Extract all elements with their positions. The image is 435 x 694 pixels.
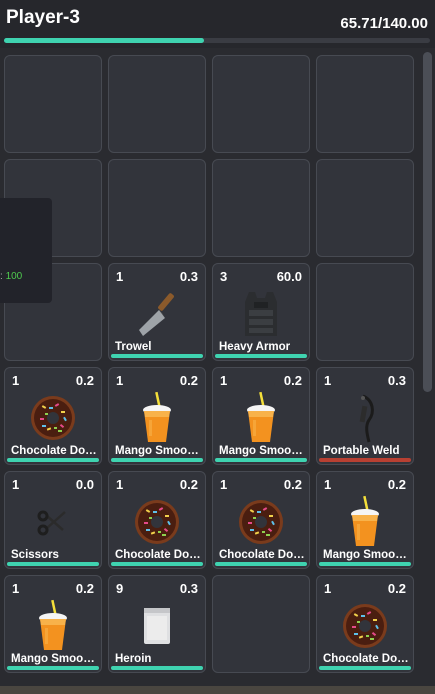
smoothie-icon bbox=[25, 598, 81, 654]
item-weight: 60.0 bbox=[276, 269, 302, 284]
durability-bar bbox=[319, 458, 411, 462]
durability-bar bbox=[111, 562, 203, 566]
item-weight: 0.2 bbox=[387, 581, 406, 596]
item-weight: 0.3 bbox=[387, 373, 406, 388]
inventory-grid: 1 0.3 Trowel 3 60.0 Heavy Armor 1 0.2 Chocola… bbox=[4, 55, 414, 673]
item-quantity: 1 bbox=[12, 581, 20, 596]
durability-bar bbox=[215, 458, 307, 462]
item-quantity: 1 bbox=[12, 477, 20, 492]
item-label: Chocolate Donut bbox=[323, 653, 409, 665]
inventory-slot[interactable]: 1 0.2 Chocolate Donut bbox=[108, 471, 206, 569]
trowel-icon bbox=[129, 286, 185, 342]
durability-bar bbox=[7, 562, 99, 566]
inventory-slot-empty[interactable] bbox=[316, 55, 414, 153]
durability-bar bbox=[111, 458, 203, 462]
item-label: Mango Smoothie bbox=[323, 549, 409, 561]
scissors-icon bbox=[25, 494, 81, 550]
inventory-slot-empty[interactable] bbox=[316, 159, 414, 257]
item-label: Heavy Armor bbox=[219, 341, 291, 353]
item-quantity: 1 bbox=[116, 373, 124, 388]
item-quantity: 1 bbox=[220, 373, 228, 388]
inventory-slot[interactable]: 1 0.2 Mango Smoothie bbox=[316, 471, 414, 569]
inventory-scrollbar[interactable] bbox=[423, 52, 432, 392]
donut-icon bbox=[129, 494, 185, 550]
item-quantity: 1 bbox=[324, 477, 332, 492]
item-label: Mango Smoothie bbox=[219, 445, 305, 457]
tooltip-value: : 100 bbox=[0, 271, 22, 282]
inventory-slot[interactable]: 3 60.0 Heavy Armor bbox=[212, 263, 310, 361]
weld-icon bbox=[337, 390, 393, 446]
background-strip bbox=[0, 686, 435, 694]
weight-bar bbox=[4, 38, 430, 43]
item-label: Trowel bbox=[115, 341, 152, 353]
item-weight: 0.2 bbox=[387, 477, 406, 492]
smoothie-icon bbox=[233, 390, 289, 446]
inventory-slot[interactable]: 9 0.3 Heroin bbox=[108, 575, 206, 673]
inventory-slot[interactable]: 1 0.2 Chocolate Donut bbox=[212, 471, 310, 569]
inventory-slot[interactable]: 1 0.3 Trowel bbox=[108, 263, 206, 361]
armor-icon bbox=[233, 286, 289, 342]
tooltip-number: 100 bbox=[5, 271, 23, 282]
item-weight: 0.2 bbox=[283, 477, 302, 492]
durability-bar bbox=[111, 666, 203, 670]
inventory-slot[interactable]: 1 0.2 Chocolate Donut bbox=[4, 367, 102, 465]
inventory-slot-empty[interactable] bbox=[108, 55, 206, 153]
item-weight: 0.3 bbox=[179, 581, 198, 596]
item-weight: 0.2 bbox=[283, 373, 302, 388]
inventory-slot[interactable]: 1 0.2 Mango Smoothie bbox=[4, 575, 102, 673]
item-label: Chocolate Donut bbox=[219, 549, 305, 561]
inventory-slot-empty[interactable] bbox=[108, 159, 206, 257]
donut-icon bbox=[337, 598, 393, 654]
smoothie-icon bbox=[129, 390, 185, 446]
durability-bar bbox=[319, 666, 411, 670]
item-label: Chocolate Donut bbox=[11, 445, 97, 457]
heroin-bag-icon bbox=[129, 598, 185, 654]
inventory-slot-empty[interactable] bbox=[212, 575, 310, 673]
item-label: Portable Weld bbox=[323, 445, 400, 457]
inventory-slot[interactable]: 1 0.2 Mango Smoothie bbox=[212, 367, 310, 465]
item-quantity: 1 bbox=[220, 477, 228, 492]
inventory-slot[interactable]: 1 0.3 Portable Weld bbox=[316, 367, 414, 465]
item-weight: 0.2 bbox=[75, 581, 94, 596]
durability-bar bbox=[7, 458, 99, 462]
inventory-slot[interactable]: 1 0.2 Chocolate Donut bbox=[316, 575, 414, 673]
item-weight: 0.2 bbox=[75, 373, 94, 388]
item-label: Mango Smoothie bbox=[11, 653, 97, 665]
inventory-slot[interactable]: 1 0.0 Scissors bbox=[4, 471, 102, 569]
durability-bar bbox=[319, 562, 411, 566]
item-weight: 0.2 bbox=[179, 373, 198, 388]
item-label: Chocolate Donut bbox=[115, 549, 201, 561]
item-quantity: 1 bbox=[12, 373, 20, 388]
item-label: Heroin bbox=[115, 653, 152, 665]
item-quantity: 1 bbox=[116, 269, 124, 284]
player-name: Player-3 bbox=[6, 7, 80, 28]
item-quantity: 9 bbox=[116, 581, 124, 596]
item-tooltip: : 100 bbox=[0, 198, 52, 303]
item-label: Scissors bbox=[11, 549, 59, 561]
inventory-slot-empty[interactable] bbox=[212, 55, 310, 153]
weight-readout: 65.71/140.00 bbox=[340, 15, 428, 32]
tooltip-prefix: : bbox=[0, 271, 3, 282]
durability-bar bbox=[215, 354, 307, 358]
item-quantity: 1 bbox=[324, 373, 332, 388]
smoothie-icon bbox=[337, 494, 393, 550]
durability-bar bbox=[111, 354, 203, 358]
inventory-slot[interactable]: 1 0.2 Mango Smoothie bbox=[108, 367, 206, 465]
item-weight: 0.2 bbox=[179, 477, 198, 492]
donut-icon bbox=[25, 390, 81, 446]
weight-bar-fill bbox=[4, 38, 204, 43]
item-quantity: 1 bbox=[324, 581, 332, 596]
item-weight: 0.3 bbox=[179, 269, 198, 284]
inventory-slot-empty[interactable] bbox=[212, 159, 310, 257]
inventory-header: Player-3 65.71/140.00 bbox=[0, 0, 435, 48]
item-weight: 0.0 bbox=[75, 477, 94, 492]
durability-bar bbox=[7, 666, 99, 670]
item-quantity: 3 bbox=[220, 269, 228, 284]
inventory-slot-empty[interactable] bbox=[4, 55, 102, 153]
donut-icon bbox=[233, 494, 289, 550]
durability-bar bbox=[215, 562, 307, 566]
item-quantity: 1 bbox=[116, 477, 124, 492]
item-label: Mango Smoothie bbox=[115, 445, 201, 457]
inventory-slot-empty[interactable] bbox=[316, 263, 414, 361]
